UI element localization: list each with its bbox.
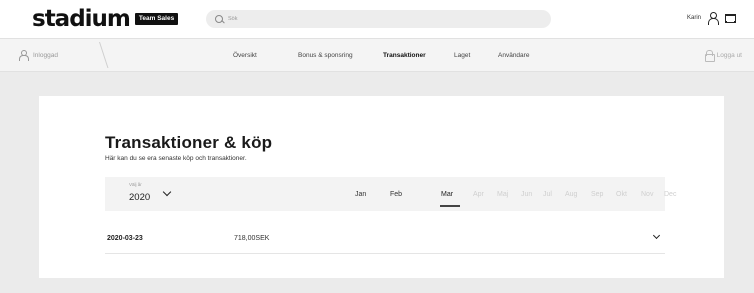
month-tab-jan[interactable]: Jan [355,177,366,211]
page-subtitle: Här kan du se era senaste köp och transa… [105,155,247,162]
month-tab-nov: Nov [641,190,654,198]
team-sales-badge: Team Sales [134,12,179,26]
nav-links: Översikt Bonus & sponsring Transaktioner… [0,39,754,71]
lock-icon [704,50,715,62]
search-placeholder: Sök [228,16,238,22]
cart-icon[interactable] [724,12,736,24]
nav-overview[interactable]: Översikt [233,39,257,71]
month-tab-maj: Maj [497,190,509,198]
month-tabs: Jan Feb Mar Apr Maj Jun Jul Aug Sep Okt … [105,177,676,211]
month-tab-jul: Jul [543,190,552,198]
brand-wordmark: stadium [32,5,131,32]
transaction-row[interactable]: 2020-03-23 718,00SEK [105,224,665,254]
logout-label: Logga ut [716,51,742,59]
month-tab-okt: Okt [616,190,627,198]
filter-bar: Välj år 2020 Jan Feb Mar Apr Maj Jun Jul… [105,177,676,211]
nav-users[interactable]: Användare [498,39,529,71]
nav-bonus-sponsorship[interactable]: Bonus & sponsring [298,39,353,71]
month-tab-feb[interactable]: Feb [390,177,402,211]
month-tab-apr: Apr [473,190,484,198]
month-tab-dec: Dec [664,190,677,198]
month-tab-sep: Sep [591,190,604,198]
month-tab-aug: Aug [565,190,578,198]
logout-button[interactable]: Logga ut [704,39,742,71]
transaction-date: 2020-03-23 [107,234,143,242]
nav-transactions[interactable]: Transaktioner [383,39,426,71]
transactions-card: Transaktioner & köp Här kan du se era se… [39,96,724,278]
transaction-amount: 718,00SEK [234,234,270,242]
top-header: stadium Team Sales Sök Karin [0,0,754,38]
chevron-down-icon[interactable] [652,231,661,240]
user-name[interactable]: Karin [687,15,701,21]
month-tab-jun: Jun [521,190,533,198]
brand-logo[interactable]: stadium Team Sales [32,5,179,32]
sub-navigation: Inloggad Översikt Bonus & sponsring Tran… [0,38,754,72]
search-icon [215,14,224,24]
page-title: Transaktioner & köp [105,133,273,152]
user-area: Karin [687,12,736,25]
search-input[interactable]: Sök [206,10,551,28]
nav-team[interactable]: Laget [454,39,470,71]
user-icon[interactable] [707,12,719,25]
selected-month-indicator [440,205,460,207]
